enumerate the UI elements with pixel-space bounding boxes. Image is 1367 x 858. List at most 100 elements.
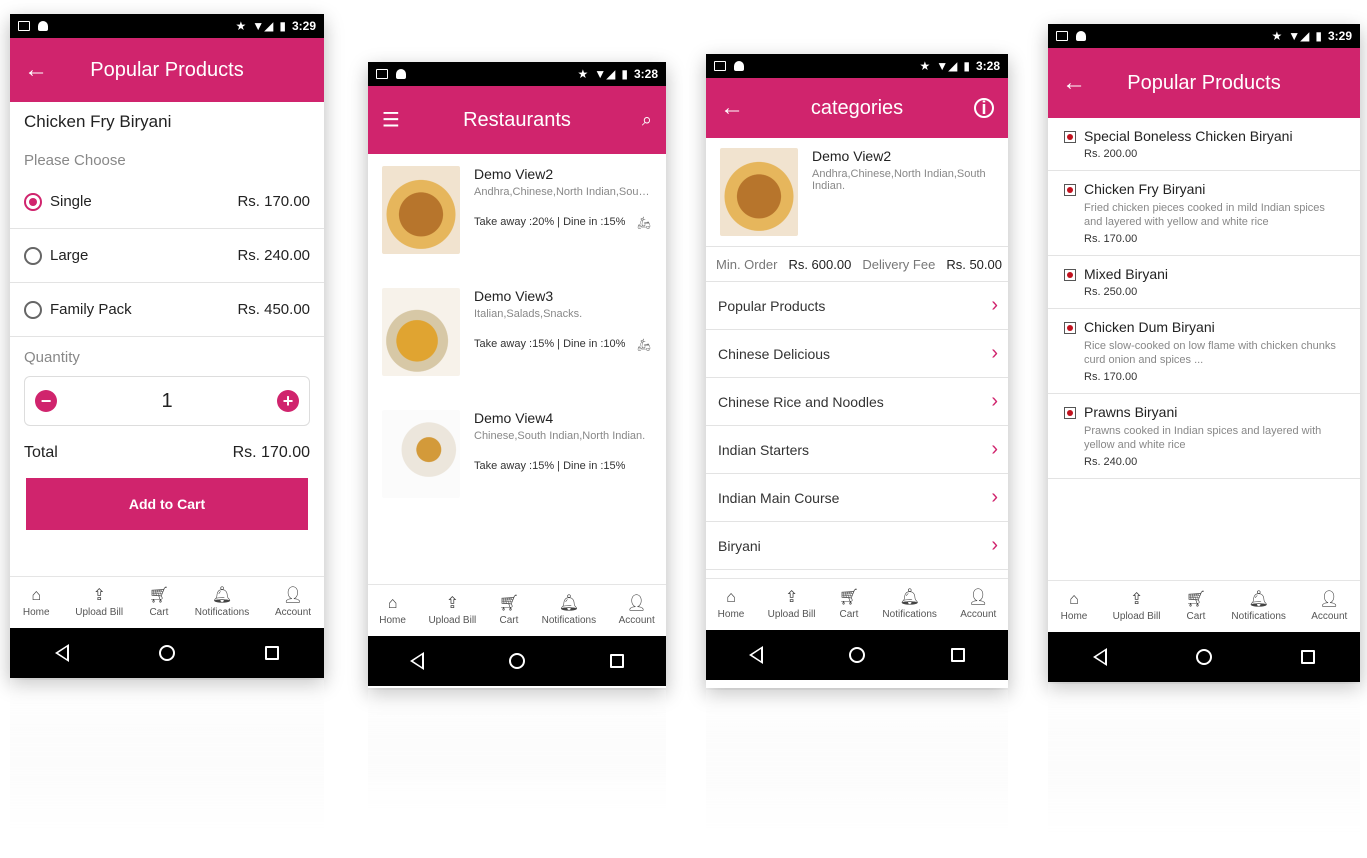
product-item[interactable]: Mixed Biryani Rs. 250.00 [1048, 256, 1360, 309]
nav-item-label: Upload Bill [767, 608, 816, 620]
nav-item-label: Notifications [194, 606, 250, 618]
delivery-fee-value: Rs. 50.00 [946, 256, 1002, 272]
nav-item-notifications[interactable]: 🔔︎ Notifications [542, 595, 596, 626]
product-item[interactable]: Prawns Biryani Prawns cooked in Indian sp… [1048, 394, 1360, 479]
android-icon [1076, 31, 1086, 41]
home-icon: ⌂ [31, 586, 42, 604]
nav-item-account[interactable]: 👤︎ Account [1311, 590, 1347, 622]
restaurant-item[interactable]: Demo View2 Andhra,Chinese,North Indian,So… [368, 154, 666, 276]
back-icon[interactable] [410, 652, 425, 670]
category-item[interactable]: Indian Starters › [706, 426, 1008, 474]
nav-item-cart[interactable]: 🛒︎ Cart [838, 588, 860, 620]
nav-item-home[interactable]: ⌂ Home [379, 595, 406, 626]
nav-item-label: Cart [839, 608, 859, 620]
back-icon[interactable] [55, 644, 69, 662]
image-icon [376, 69, 388, 79]
home-circle-icon[interactable] [159, 645, 175, 661]
category-item[interactable]: Popular Products › [706, 282, 1008, 330]
product-item[interactable]: Special Boneless Chicken Biryani Rs. 200.… [1048, 118, 1360, 171]
phone-restaurants: ★ ▼◢ ▮ 3:28 ☰ Restaurants ⌕ Demo View2 Andhr… [368, 62, 666, 688]
page-title: Restaurants [463, 108, 571, 131]
bottom-nav: ⌂ Home ⇪ Upload Bill 🛒︎ Cart 🔔︎ Notifications 👤︎… [1048, 580, 1360, 632]
total-value: Rs. 170.00 [232, 444, 310, 461]
back-arrow-icon[interactable]: ← [720, 94, 744, 122]
restaurant-item[interactable]: Demo View4 Chinese,South Indian,North Ind… [368, 398, 666, 520]
product-item[interactable]: Chicken Dum Biryani Rice slow-cooked on l… [1048, 309, 1360, 394]
status-bar: ★ ▼◢ ▮ 3:29 [10, 14, 324, 38]
radio-button[interactable] [24, 300, 42, 319]
search-icon[interactable]: ⌕ [642, 110, 652, 131]
bottom-nav: ⌂ Home ⇪ Upload Bill 🛒︎ Cart 🔔︎ Notifications 👤︎… [368, 584, 666, 636]
delivery-scooter-icon: 🛵︎ [636, 216, 652, 230]
category-item[interactable]: Chinese Rice and Noodles › [706, 378, 1008, 426]
choose-label: Please Choose [24, 152, 126, 169]
option-row[interactable]: Single Rs. 170.00 [10, 175, 324, 229]
star-icon: ★ [235, 19, 247, 33]
back-arrow-icon[interactable]: ← [1062, 69, 1086, 97]
page-title: Popular Products [90, 58, 244, 81]
restaurant-info: Demo View2 Andhra,Chinese,North Indian,S… [812, 148, 994, 236]
nav-item-label: Notifications [882, 608, 937, 620]
nav-item-upload-bill[interactable]: ⇪ Upload Bill [428, 594, 477, 626]
radio-button[interactable] [24, 246, 42, 265]
cart-icon: 🛒︎ [838, 588, 860, 606]
nav-item-home[interactable]: ⌂ Home [718, 589, 745, 620]
nav-item-cart[interactable]: 🛒︎ Cart [499, 595, 519, 626]
nav-item-account[interactable]: 👤︎ Account [960, 589, 996, 620]
product-item[interactable]: Chicken Fry Biryani Fried chicken pieces … [1048, 171, 1360, 256]
add-to-cart-button[interactable]: Add to Cart [26, 478, 308, 530]
back-icon[interactable] [749, 646, 763, 664]
category-label: Popular Products [718, 297, 826, 314]
category-item[interactable]: Indian Main Course › [706, 474, 1008, 522]
nav-item-notifications[interactable]: 🔔︎ Notifications [194, 587, 250, 618]
nav-item-cart[interactable]: 🛒︎ Cart [1186, 591, 1206, 622]
minus-icon[interactable]: − [35, 390, 57, 412]
nav-item-upload-bill[interactable]: ⇪ Upload Bill [75, 587, 123, 618]
home-circle-icon[interactable] [1195, 649, 1212, 665]
nav-item-account[interactable]: 👤︎ Account [275, 587, 311, 618]
system-nav [10, 628, 324, 678]
option-row[interactable]: Large Rs. 240.00 [10, 229, 324, 283]
nav-item-upload-bill[interactable]: ⇪ Upload Bill [767, 589, 816, 620]
account-icon: 👤︎ [1319, 590, 1340, 608]
recents-icon[interactable] [1301, 650, 1316, 664]
product-price: Rs. 200.00 [1084, 148, 1138, 160]
android-icon [396, 69, 406, 79]
category-item[interactable]: Chinese Delicious › [706, 330, 1008, 378]
recents-icon[interactable] [609, 654, 624, 668]
restaurant-offer: Take away :20% | Dine in :15% 🛵︎ [474, 216, 652, 230]
restaurant-cuisine: Andhra,Chinese,North Indian,South... [474, 186, 652, 198]
app-bar: ← Popular Products [1048, 48, 1360, 118]
radio-button[interactable] [24, 192, 42, 211]
product-body: Chicken Fry Biryani Fried chicken pieces … [1084, 181, 1346, 245]
nav-item-upload-bill[interactable]: ⇪ Upload Bill [1113, 591, 1161, 622]
category-item[interactable]: Biryani › [706, 522, 1008, 570]
nav-item-notifications[interactable]: 🔔︎ Notifications [882, 589, 937, 620]
recents-icon[interactable] [265, 646, 279, 660]
home-circle-icon[interactable] [849, 647, 865, 663]
nav-item-account[interactable]: 👤︎ Account [619, 595, 655, 626]
back-arrow-icon[interactable]: ← [24, 56, 48, 84]
restaurant-item[interactable]: Demo View3 Italian,Salads,Snacks. Take awa… [368, 276, 666, 398]
recents-icon[interactable] [951, 648, 965, 662]
nav-item-label: Cart [149, 606, 169, 618]
info-icon[interactable]: i [974, 98, 994, 118]
upload-icon: ⇪ [445, 594, 460, 612]
category-label: Chinese Delicious [718, 345, 831, 362]
home-circle-icon[interactable] [508, 653, 525, 669]
reflection [368, 690, 666, 810]
nav-item-home[interactable]: ⌂ Home [23, 586, 50, 618]
menu-icon[interactable]: ☰ [382, 108, 400, 133]
product-price: Rs. 250.00 [1084, 286, 1138, 298]
nav-item-label: Upload Bill [428, 614, 477, 626]
option-row[interactable]: Family Pack Rs. 450.00 [10, 283, 324, 337]
plus-icon[interactable]: + [277, 390, 299, 412]
product-description: Fried chicken pieces cooked in mild Indi… [1084, 202, 1325, 228]
image-icon [1056, 31, 1068, 41]
phone-product-options: ★ ▼◢ ▮ 3:29 ← Popular Products Chicken Fry … [10, 14, 324, 678]
nav-item-home[interactable]: ⌂ Home [1061, 591, 1088, 622]
nav-item-notifications[interactable]: 🔔︎ Notifications [1231, 591, 1285, 622]
back-icon[interactable] [1092, 648, 1107, 666]
quantity-value[interactable]: 1 [161, 390, 172, 413]
nav-item-cart[interactable]: 🛒︎ Cart [149, 587, 169, 618]
